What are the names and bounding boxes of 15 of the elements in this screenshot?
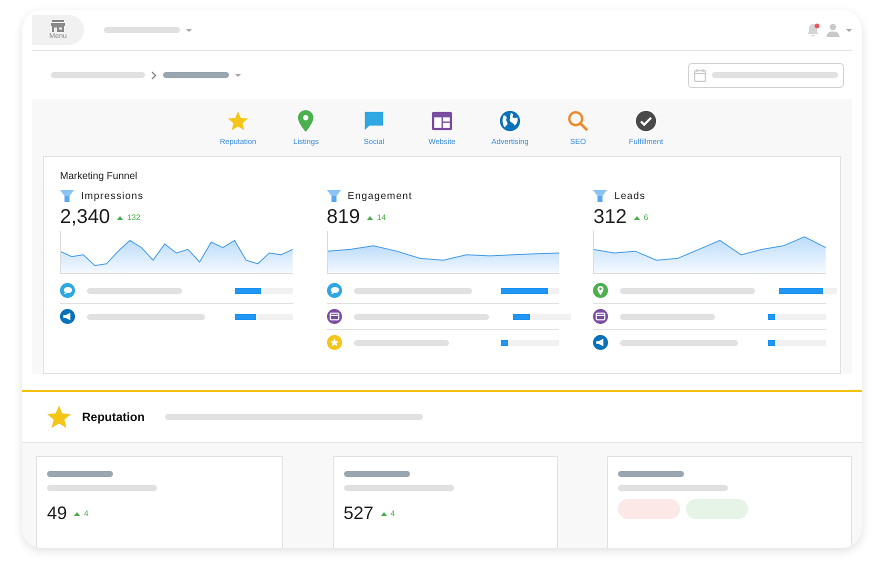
metric-delta: 4 [84, 509, 88, 518]
metric-title: Engagement [348, 190, 412, 202]
metric-title: Leads [614, 190, 646, 202]
metric-value: 819 [326, 206, 360, 229]
card-title: Marketing Funnel [60, 171, 138, 182]
metric-value: 2,340 [60, 206, 110, 229]
metric-delta: 14 [377, 213, 386, 222]
metric-value: 49 [47, 503, 68, 524]
metric-value: 527 [344, 503, 374, 524]
metric-delta: 132 [127, 213, 140, 222]
metric-value: 312 [593, 206, 627, 229]
section-title: Reputation [82, 410, 145, 424]
metric-delta: 6 [644, 213, 648, 222]
metric-delta: 4 [390, 509, 395, 518]
metric-title: Impressions [81, 190, 144, 202]
